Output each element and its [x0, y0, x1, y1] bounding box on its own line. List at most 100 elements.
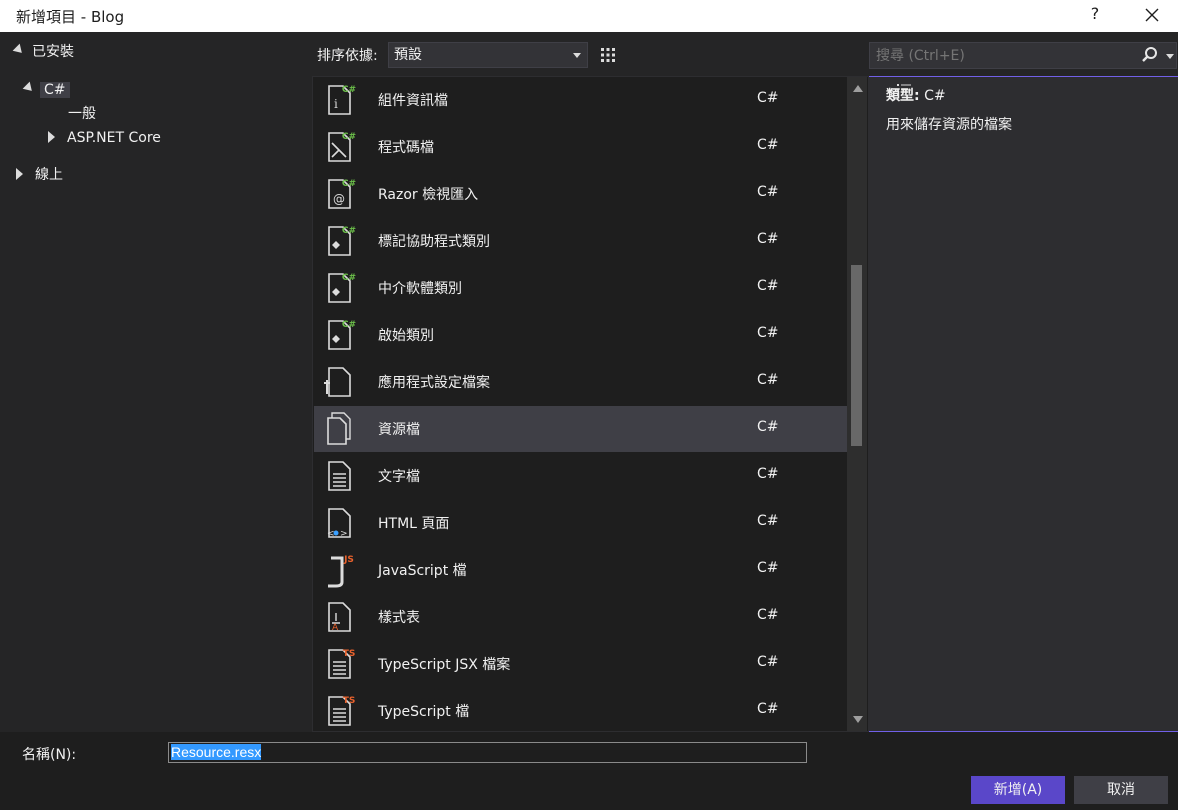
- template-item[interactable]: @ C# Razor 檢視匯入 C#: [314, 171, 847, 217]
- template-item[interactable]: C# 程式碼檔 C#: [314, 124, 847, 170]
- svg-text:>: >: [340, 529, 348, 539]
- name-input[interactable]: Resource.resx: [168, 742, 807, 763]
- template-item-name: 應用程式設定檔案: [378, 375, 490, 391]
- template-item-name: 文字檔: [378, 469, 420, 485]
- template-item-language: C#: [757, 419, 779, 435]
- tree-item-general[interactable]: 一般: [68, 102, 96, 126]
- sort-label: 排序依據:: [317, 48, 378, 64]
- details-description: 用來儲存資源的檔案: [886, 117, 1012, 133]
- svg-text:C#: C#: [342, 273, 356, 283]
- svg-text:TS: TS: [343, 649, 356, 659]
- tag-helper-icon: C#: [322, 223, 358, 259]
- scroll-down-icon[interactable]: [853, 716, 863, 723]
- scroll-up-icon[interactable]: [853, 85, 863, 92]
- sort-value: 預設: [394, 47, 422, 63]
- tree-item-csharp[interactable]: C#: [22, 78, 70, 102]
- details-type: 類型: C#: [886, 85, 946, 105]
- template-item[interactable]: 應用程式設定檔案 C#: [314, 359, 847, 405]
- tree-item-label: ASP.NET Core: [67, 130, 161, 146]
- tree-item-aspnet-core[interactable]: ASP.NET Core: [48, 126, 161, 150]
- template-item-language: C#: [757, 137, 779, 153]
- template-item-language: C#: [757, 278, 779, 294]
- type-value: C#: [924, 88, 946, 104]
- search-input[interactable]: [869, 42, 1177, 69]
- middleware-icon: C#: [322, 270, 358, 306]
- template-item-language: C#: [757, 184, 779, 200]
- svg-text:C#: C#: [342, 132, 356, 142]
- template-item-name: TypeScript 檔: [378, 704, 470, 720]
- type-label: 類型:: [886, 88, 920, 104]
- template-item[interactable]: TS TypeScript JSX 檔案 C#: [314, 641, 847, 687]
- template-item-language: C#: [757, 607, 779, 623]
- scrollbar-thumb[interactable]: [851, 265, 862, 446]
- startup-icon: C#: [322, 317, 358, 353]
- help-button[interactable]: ?: [1084, 4, 1106, 23]
- template-item-language: C#: [757, 560, 779, 576]
- template-item-name: 中介軟體類別: [378, 281, 462, 297]
- template-item[interactable]: TS TypeScript 檔 C#: [314, 688, 847, 731]
- template-item[interactable]: i C# 組件資訊檔 C#: [314, 77, 847, 123]
- html-page-icon: < >: [322, 505, 358, 541]
- template-item-name: Razor 檢視匯入: [378, 187, 479, 203]
- template-item-language: C#: [757, 466, 779, 482]
- tree-item-label: 一般: [68, 106, 96, 122]
- tree-item-label: 線上: [35, 167, 63, 183]
- template-item[interactable]: 文字檔 C#: [314, 453, 847, 499]
- close-button[interactable]: [1138, 2, 1166, 28]
- template-list: i C# 組件資訊檔 C# C# 程式碼檔 C# @ C# Razor 檢視匯入 C# C# 標記協助程…: [312, 76, 869, 732]
- template-item[interactable]: C# 中介軟體類別 C#: [314, 265, 847, 311]
- tree-item-label: 已安裝: [32, 44, 74, 60]
- template-item-name: JavaScript 檔: [378, 563, 467, 579]
- template-item-language: C#: [757, 654, 779, 670]
- name-label: 名稱(N):: [22, 747, 77, 763]
- grid-view-button[interactable]: [594, 42, 621, 69]
- template-item[interactable]: 資源檔 C#: [314, 406, 847, 452]
- cancel-button[interactable]: 取消: [1074, 776, 1168, 804]
- template-item-name: 程式碼檔: [378, 140, 434, 156]
- svg-text:C#: C#: [342, 85, 356, 95]
- javascript-icon: JS: [322, 552, 358, 588]
- name-value: Resource.resx: [171, 744, 262, 760]
- template-item-language: C#: [757, 513, 779, 529]
- svg-text:<: <: [327, 529, 335, 539]
- close-icon: [1145, 8, 1159, 22]
- stylesheet-icon: A: [322, 599, 358, 635]
- typescript-icon: TS: [322, 693, 358, 729]
- tree-item-online[interactable]: 線上: [16, 163, 63, 187]
- vertical-scrollbar[interactable]: [847, 77, 867, 731]
- expanded-icon: [12, 43, 26, 57]
- svg-text:C#: C#: [342, 179, 356, 189]
- grid-view-icon: [600, 48, 615, 62]
- assembly-info-icon: i C#: [322, 82, 358, 118]
- typescript-jsx-icon: TS: [322, 646, 358, 682]
- text-file-icon: [322, 458, 358, 494]
- template-item[interactable]: JS JavaScript 檔 C#: [314, 547, 847, 593]
- template-item[interactable]: A 樣式表 C#: [314, 594, 847, 640]
- title-bar: 新增項目 - Blog ?: [0, 0, 1178, 32]
- tree-item-installed[interactable]: 已安裝: [12, 40, 74, 64]
- template-item-name: 樣式表: [378, 610, 420, 626]
- template-item-name: 組件資訊檔: [378, 93, 448, 109]
- template-item[interactable]: < > HTML 頁面 C#: [314, 500, 847, 546]
- template-item[interactable]: C# 標記協助程式類別 C#: [314, 218, 847, 264]
- template-item-language: C#: [757, 325, 779, 341]
- template-item[interactable]: C# 啟始類別 C#: [314, 312, 847, 358]
- svg-text:C#: C#: [342, 226, 356, 236]
- svg-text:C#: C#: [342, 320, 356, 330]
- search-icon[interactable]: [1141, 46, 1159, 64]
- app-settings-icon: [322, 364, 358, 400]
- template-item-language: C#: [757, 90, 779, 106]
- svg-text:A: A: [332, 623, 339, 633]
- template-item-language: C#: [757, 701, 779, 717]
- category-tree: 已安裝 C# 一般 ASP.NET Core 線上: [0, 32, 312, 732]
- tree-item-label: C#: [40, 82, 70, 98]
- sort-dropdown[interactable]: 預設: [388, 42, 588, 68]
- svg-text:TS: TS: [343, 696, 356, 706]
- add-button[interactable]: 新增(A): [971, 776, 1065, 804]
- search-options-dropdown[interactable]: [1166, 54, 1174, 59]
- template-item-name: TypeScript JSX 檔案: [378, 657, 511, 673]
- collapsed-icon: [16, 168, 23, 180]
- razor-icon: @ C#: [322, 176, 358, 212]
- template-item-name: 資源檔: [378, 422, 420, 438]
- template-item-language: C#: [757, 372, 779, 388]
